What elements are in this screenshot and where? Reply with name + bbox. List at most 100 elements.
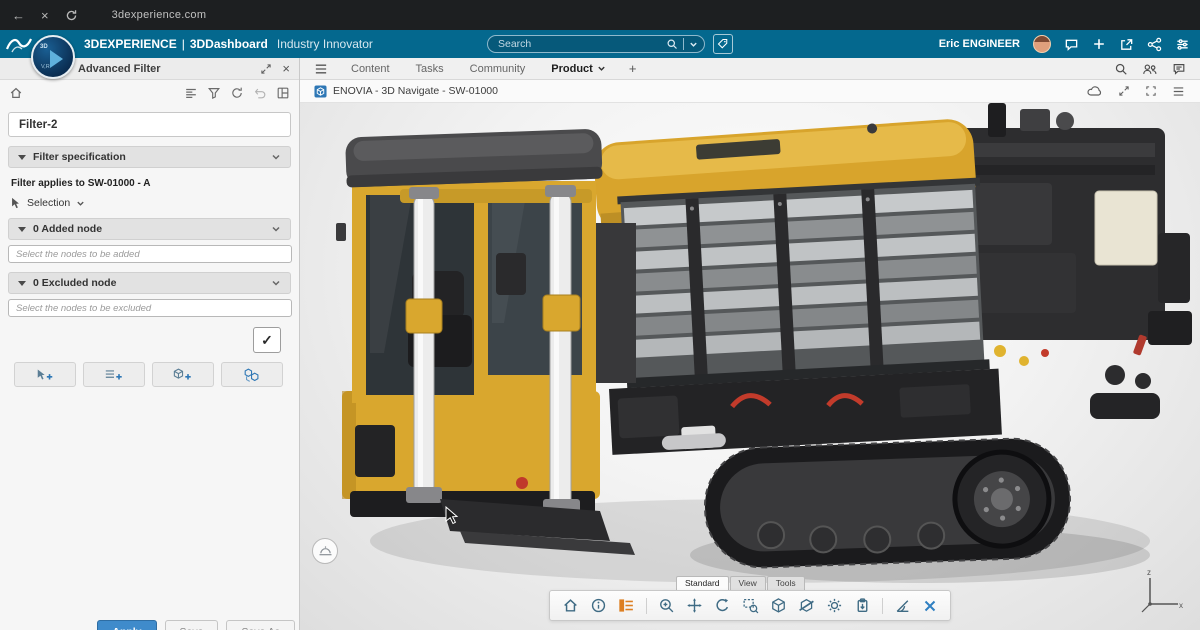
compass-play-icon: [50, 50, 63, 68]
tab-content[interactable]: Content: [338, 58, 403, 80]
mode-tab-standard[interactable]: Standard: [676, 576, 729, 590]
home-icon[interactable]: [9, 86, 23, 100]
brand-divider: |: [182, 37, 185, 51]
search-icon[interactable]: [1114, 62, 1128, 76]
expand-icon[interactable]: [1118, 85, 1130, 97]
mode-tab-tools[interactable]: Tools: [767, 576, 805, 590]
user-avatar[interactable]: [1033, 35, 1051, 53]
excluded-node-label: 0 Excluded node: [33, 277, 116, 289]
added-node-input[interactable]: [8, 245, 292, 263]
helmet-button[interactable]: [312, 538, 338, 564]
chat-icon[interactable]: [1064, 37, 1079, 52]
tag-button[interactable]: [713, 34, 733, 54]
chevron-down-icon[interactable]: [271, 224, 281, 234]
filter-name[interactable]: Filter-2: [8, 112, 291, 137]
dashboard-tab-bar: Content Tasks Community Product +: [300, 58, 1200, 80]
section-caret-icon: [18, 281, 26, 286]
section-icon[interactable]: [798, 597, 815, 614]
user-name[interactable]: Eric ENGINEER: [939, 38, 1020, 50]
model-tree-icon[interactable]: [618, 597, 635, 614]
axis-z-label: z: [1147, 568, 1151, 577]
cloud-icon[interactable]: [1087, 85, 1103, 97]
tab-product[interactable]: Product: [538, 58, 619, 80]
search-divider: [683, 38, 684, 50]
mode-tab-view[interactable]: View: [730, 576, 766, 590]
viewer-toolbar: Standard View Tools: [549, 576, 951, 621]
users-icon[interactable]: [1142, 62, 1158, 76]
filter-icon[interactable]: [207, 86, 221, 100]
home-icon[interactable]: [562, 597, 579, 614]
add-list-button[interactable]: [83, 362, 145, 387]
tab-tasks[interactable]: Tasks: [403, 58, 457, 80]
viewer-icon-bar: [549, 590, 951, 621]
filter-spec-section-header[interactable]: Filter specification: [8, 146, 291, 168]
share-network-icon[interactable]: [1147, 37, 1162, 52]
helmet-icon: [318, 545, 333, 557]
browser-refresh-icon[interactable]: [65, 9, 78, 22]
user-cluster: Eric ENGINEER: [939, 30, 1190, 58]
tab-community[interactable]: Community: [457, 58, 539, 80]
sync-icon[interactable]: [230, 86, 244, 100]
undo-icon[interactable]: [253, 86, 267, 100]
zoom-area-icon[interactable]: [742, 597, 759, 614]
add-tab-button[interactable]: +: [619, 61, 647, 76]
dashboard-context[interactable]: Industry Innovator: [277, 37, 373, 51]
menu-icon[interactable]: [314, 63, 328, 75]
browser-back-icon[interactable]: ←: [12, 8, 25, 23]
snapshot-icon[interactable]: [854, 597, 871, 614]
close-icon[interactable]: ×: [282, 61, 290, 76]
expand-icon[interactable]: [260, 63, 272, 75]
section-caret-icon: [18, 155, 26, 160]
save-as-button[interactable]: Save As: [226, 620, 295, 630]
rotate-icon[interactable]: [714, 597, 731, 614]
add-product-button[interactable]: [152, 362, 214, 387]
selection-dropdown[interactable]: Selection: [10, 197, 299, 209]
add-assembly-button[interactable]: [221, 362, 283, 387]
app-header: 3DEXPERIENCE | 3DDashboard Industry Inno…: [0, 30, 1200, 58]
panel-title: Advanced Filter: [78, 63, 161, 75]
close-icon[interactable]: [922, 598, 938, 614]
browser-chrome: ← × 3dexperience.com: [0, 0, 1200, 30]
filter-action-row: [14, 362, 299, 387]
chevron-down-icon[interactable]: [271, 278, 281, 288]
viewer-mode-tabs: Standard View Tools: [676, 576, 806, 590]
info-icon[interactable]: [590, 597, 607, 614]
search-input[interactable]: [498, 38, 666, 50]
menu-icon[interactable]: [1172, 86, 1185, 97]
selection-label: Selection: [27, 197, 70, 209]
save-button[interactable]: Save: [165, 620, 219, 630]
3d-viewport[interactable]: z x Standard View Tools: [300, 103, 1200, 630]
measure-icon[interactable]: [894, 597, 911, 614]
brand: 3DEXPERIENCE | 3DDashboard Industry Inno…: [84, 30, 373, 58]
iso-view-icon[interactable]: [770, 597, 787, 614]
add-selection-button[interactable]: [14, 362, 76, 387]
added-node-section-header[interactable]: 0 Added node: [8, 218, 291, 240]
excluded-node-section-header[interactable]: 0 Excluded node: [8, 272, 291, 294]
axis-triad: z x: [1138, 568, 1184, 616]
chevron-down-icon[interactable]: [271, 152, 281, 162]
excluded-node-input[interactable]: [8, 299, 292, 317]
browser-url[interactable]: 3dexperience.com: [112, 9, 207, 21]
search-options-chevron-icon[interactable]: [689, 40, 698, 49]
browser-stop-icon[interactable]: ×: [41, 8, 49, 23]
search-icon[interactable]: [666, 38, 678, 50]
gear-icon[interactable]: [826, 597, 843, 614]
validate-button[interactable]: ✓: [253, 327, 281, 353]
layout-icon[interactable]: [276, 86, 290, 100]
fullscreen-icon[interactable]: [1145, 85, 1157, 97]
applies-to-text: Filter applies to SW-01000 - A: [11, 178, 299, 189]
compass-3d-label: 3D: [40, 44, 48, 50]
global-search[interactable]: [487, 35, 705, 53]
add-icon[interactable]: [1092, 37, 1106, 51]
pan-icon[interactable]: [686, 597, 703, 614]
align-icon[interactable]: [184, 86, 198, 100]
zoom-in-icon[interactable]: [658, 597, 675, 614]
advanced-filter-panel: Advanced Filter ×: [0, 58, 300, 630]
share-icon[interactable]: [1119, 37, 1134, 52]
settings-icon[interactable]: [1175, 37, 1190, 52]
compass-badge[interactable]: 3D V,R: [31, 35, 75, 79]
added-node-label: 0 Added node: [33, 223, 102, 235]
panel-toolbar: [0, 80, 299, 106]
apply-button[interactable]: Apply: [97, 620, 156, 630]
comment-icon[interactable]: [1172, 62, 1186, 76]
